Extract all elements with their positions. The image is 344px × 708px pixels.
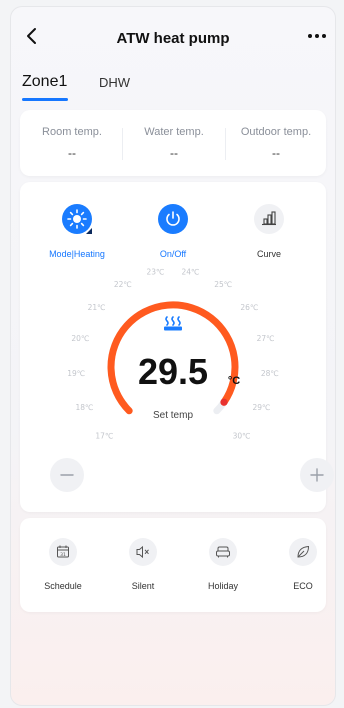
header: ATW heat pump (10, 6, 336, 62)
heating-icon (164, 316, 182, 331)
features-card: 31 Schedule Silent Holiday ECO (20, 518, 326, 612)
silent-button[interactable]: Silent (113, 538, 173, 598)
tab-dhw[interactable]: DHW (99, 75, 130, 90)
more-options-icon[interactable] (306, 26, 328, 46)
zone-tabs: Zone1 DHW (20, 68, 320, 104)
increase-button[interactable] (300, 458, 334, 492)
water-temp-value: -- (170, 146, 178, 160)
water-temp-label: Water temp. (144, 126, 204, 138)
dial-tick-label: 22℃ (114, 280, 132, 289)
dial-tick-label: 25℃ (214, 280, 232, 289)
dial-tick-label: 19℃ (67, 369, 85, 378)
calendar-icon: 31 (57, 545, 69, 558)
tab-zone1[interactable]: Zone1 (22, 73, 67, 91)
schedule-icon-circle: 31 (49, 538, 77, 566)
dial-tick-label: 20℃ (71, 334, 89, 343)
plus-icon (310, 468, 324, 482)
setpoint-label: Set temp (153, 410, 193, 421)
room-temp: Room temp. -- (22, 110, 122, 176)
thermostat-card: Mode|Heating On/Off Curve 17℃ 18℃ 19℃ 20… (20, 182, 334, 512)
dial-tick-label: 24℃ (182, 268, 200, 277)
eco-label: ECO (293, 581, 313, 591)
divider (122, 128, 123, 160)
outdoor-temp-label: Outdoor temp. (240, 126, 312, 138)
outdoor-temp-value: -- (272, 146, 280, 160)
decrease-button[interactable] (50, 458, 84, 492)
dial-tick-label: 23℃ (147, 268, 165, 277)
dial-tick-label: 28℃ (261, 369, 279, 378)
room-temp-value: -- (68, 146, 76, 160)
eco-button[interactable]: ECO (273, 538, 333, 598)
dial-tick-label: 30℃ (233, 432, 251, 441)
silent-label: Silent (131, 581, 155, 591)
holiday-label: Holiday (207, 581, 238, 591)
temperature-readings-card: Room temp. -- Water temp. -- Outdoor tem… (20, 110, 326, 176)
leaf-icon (297, 545, 310, 558)
schedule-button[interactable]: 31 Schedule (33, 538, 93, 598)
dial-tick-label: 17℃ (95, 432, 113, 441)
eco-icon-circle (289, 538, 317, 566)
dial-tick-label: 27℃ (257, 334, 275, 343)
water-temp: Water temp. -- (124, 110, 224, 176)
sofa-icon (216, 546, 230, 558)
dial-tick-label: 29℃ (253, 403, 271, 412)
dial-tick-label: 21℃ (88, 303, 106, 312)
room-temp-label: Room temp. (42, 126, 102, 138)
outdoor-temp: Outdoor temp. -- (226, 110, 326, 176)
setpoint-unit: °C (228, 375, 240, 387)
app-screen: ATW heat pump Zone1 DHW Room temp. -- Wa… (10, 6, 336, 706)
holiday-icon-circle (209, 538, 237, 566)
speaker-mute-icon (136, 545, 149, 559)
dial-tick-label: 18℃ (76, 403, 94, 412)
page-title: ATW heat pump (116, 30, 230, 47)
setpoint-value: 29.5 (138, 351, 208, 392)
dial-tick-label: 26℃ (240, 303, 258, 312)
active-tab-indicator (22, 98, 68, 101)
minus-icon (60, 474, 74, 476)
schedule-label: Schedule (44, 581, 82, 591)
silent-icon-circle (129, 538, 157, 566)
holiday-button[interactable]: Holiday (193, 538, 253, 598)
dial-knob[interactable] (220, 398, 228, 406)
svg-text:31: 31 (60, 552, 66, 558)
